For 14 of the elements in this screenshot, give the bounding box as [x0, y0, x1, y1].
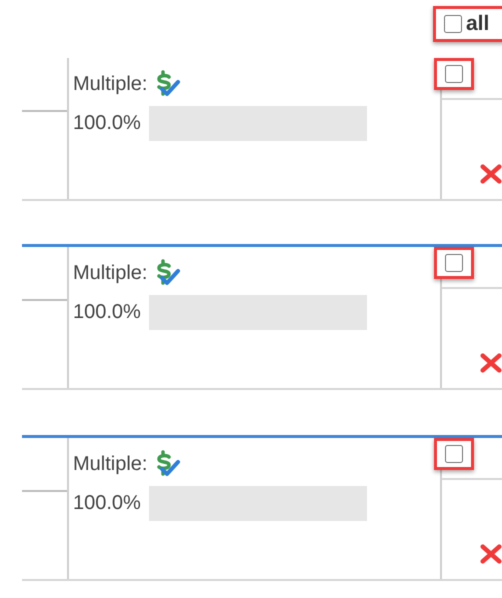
percent-value: 100.0% — [73, 112, 141, 135]
row-checkbox[interactable] — [445, 65, 463, 83]
select-all-checkbox[interactable] — [444, 15, 462, 33]
row-checkbox[interactable] — [445, 254, 463, 272]
percent-value: 100.0% — [73, 492, 141, 515]
multiple-label: Multiple: — [73, 452, 148, 476]
all-label: all — [466, 12, 490, 36]
delete-icon[interactable] — [480, 352, 502, 374]
delete-icon[interactable] — [480, 543, 502, 565]
delete-icon[interactable] — [480, 163, 502, 185]
percent-value: 100.0% — [73, 301, 141, 324]
multiple-label: Multiple: — [73, 262, 148, 284]
multiple-label: Multiple: — [73, 72, 148, 96]
row-checkbox[interactable] — [445, 445, 463, 463]
